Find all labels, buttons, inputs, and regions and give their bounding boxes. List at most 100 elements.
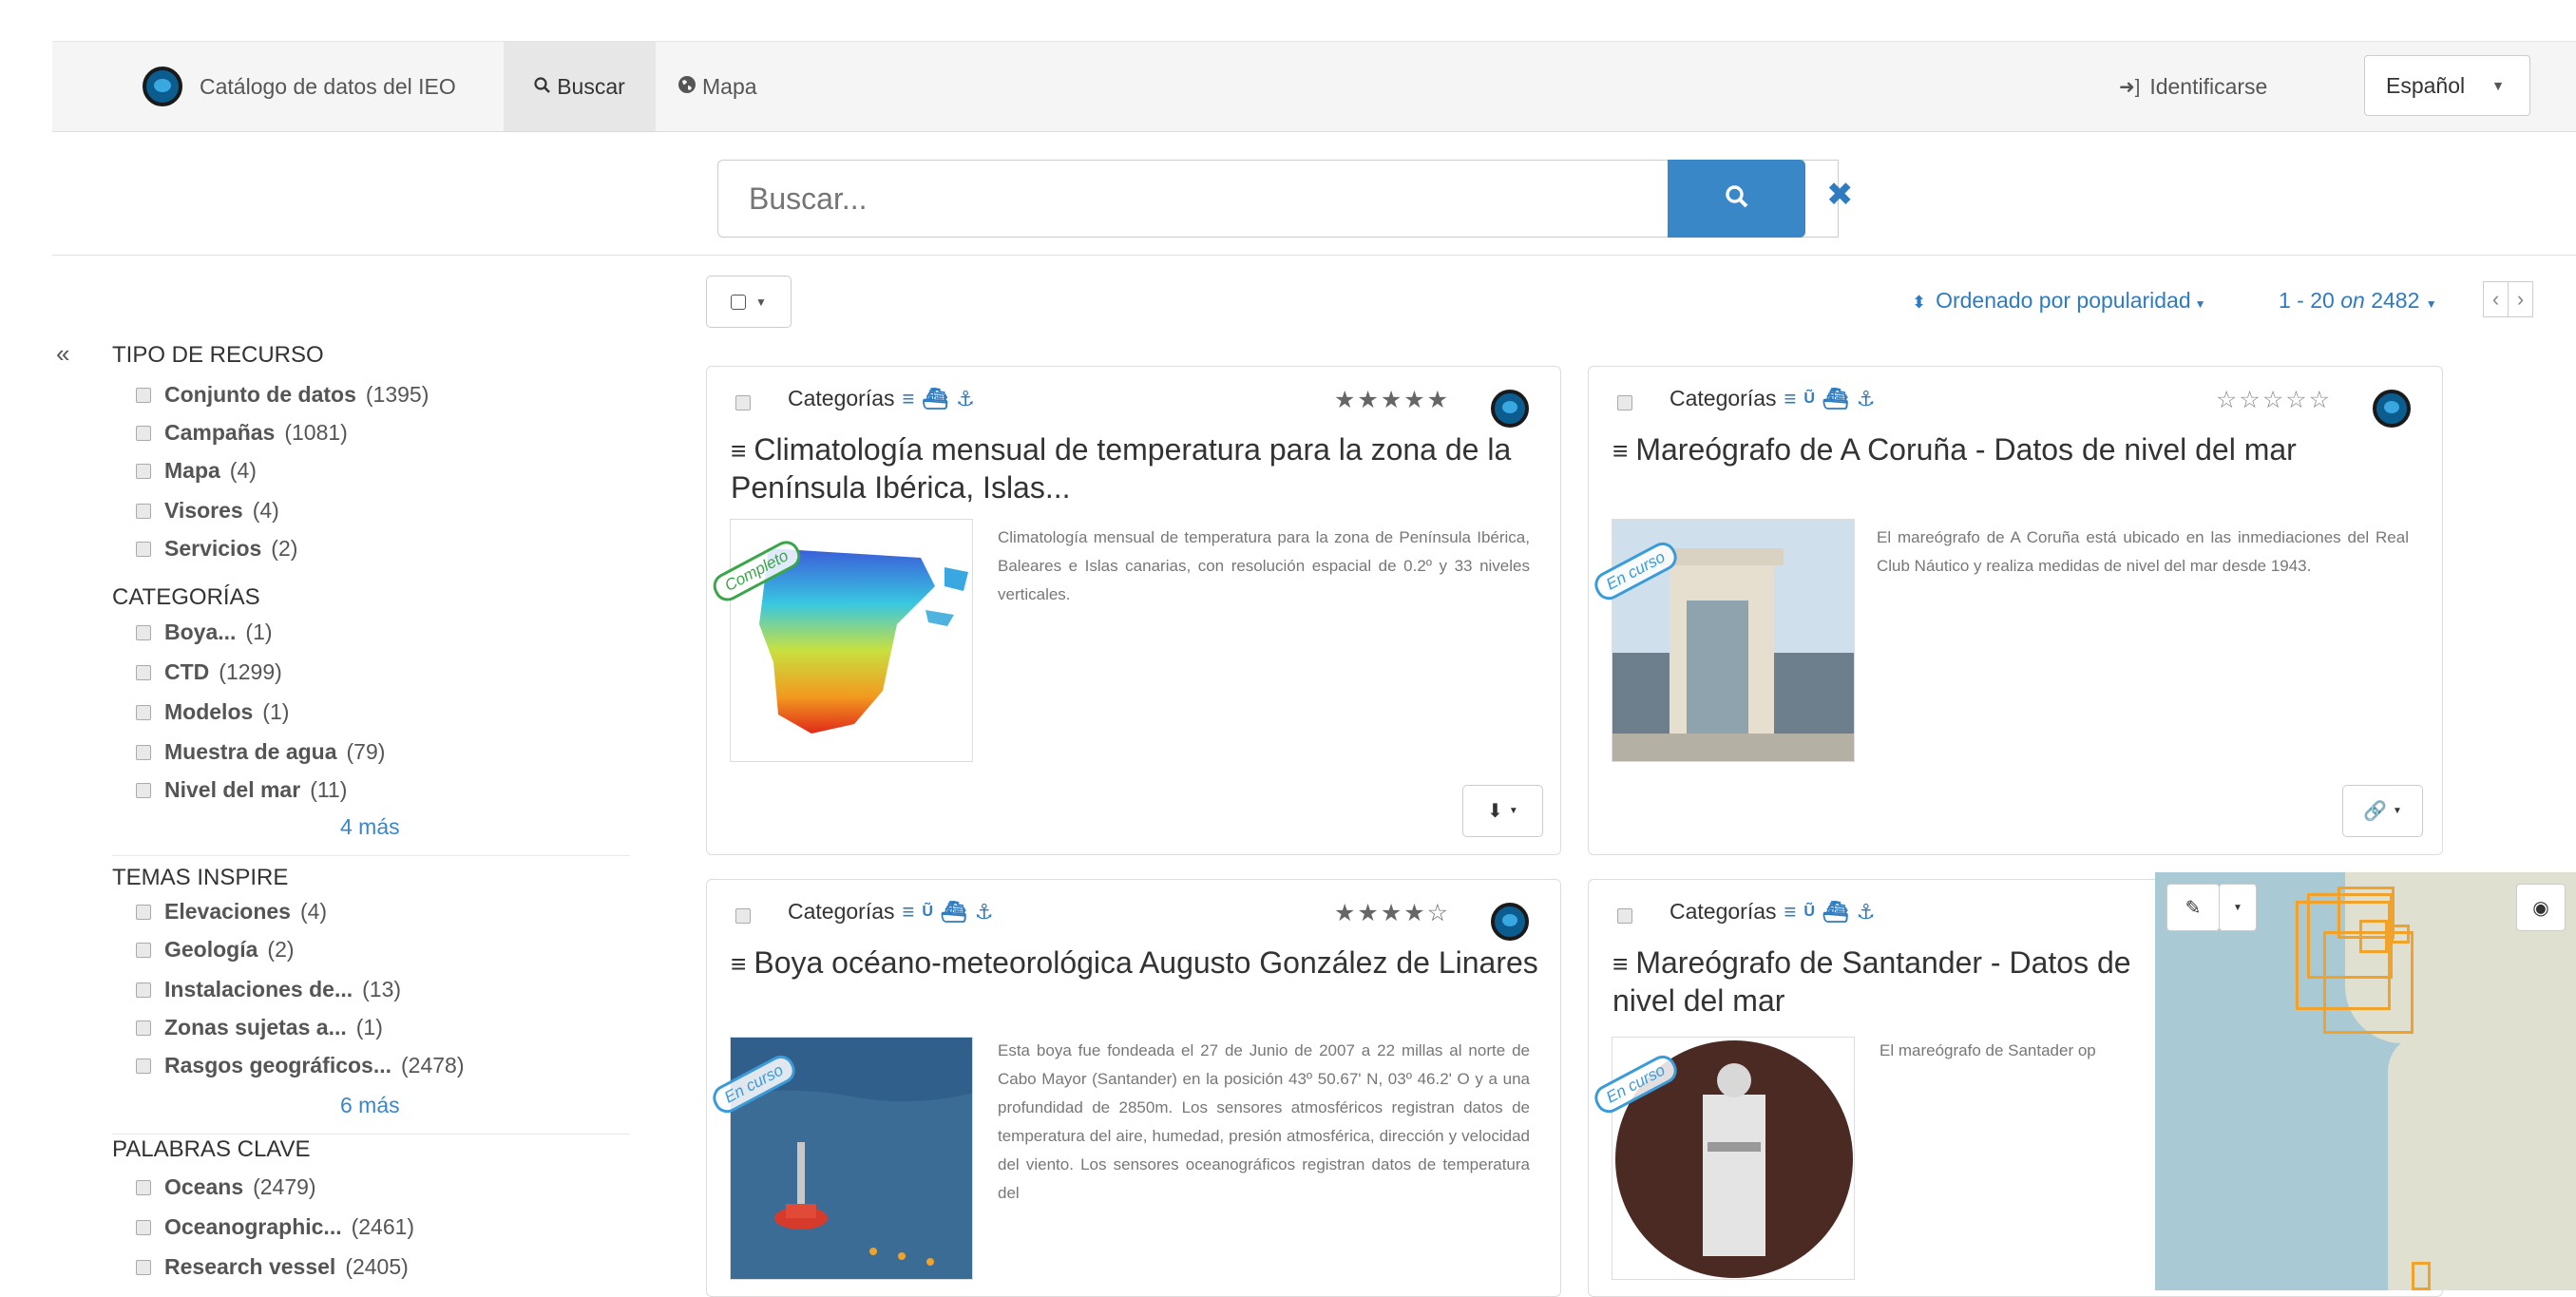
facet-label: Oceanographic... [164,1214,342,1239]
checkbox[interactable] [136,1219,151,1235]
facet-title-resource-type: TIPO DE RECURSO [112,342,324,368]
facet-count: (4) [299,899,328,924]
clear-search-button[interactable]: ✖ [1826,176,1854,214]
card-title-text: Mareógrafo de A Coruña - Datos de nivel … [1635,432,2297,467]
facet-count: (11) [310,777,348,802]
facet-count: (1) [262,699,290,724]
card-title[interactable]: ≡ Mareógrafo de Santander - Datos de nive… [1612,944,2145,1019]
facet-item[interactable]: Oceanographic... (2461) [136,1214,414,1240]
facet-item[interactable]: Campañas (1081) [136,420,348,446]
facet-label: Instalaciones de... [164,977,353,1001]
map-layers-button[interactable]: ◉ [2516,884,2566,931]
paging-dropdown[interactable]: 1 - 20 on 2482 ▼ [2279,288,2437,314]
checkbox[interactable] [136,425,151,441]
checkbox[interactable] [136,1058,151,1074]
draw-options-button[interactable]: ▼ [2219,884,2257,931]
search-button[interactable] [1668,160,1805,238]
language-label: Español [2386,72,2466,98]
facet-label: Oceans [164,1174,244,1199]
login-link[interactable]: ➜] Identificarse [2119,42,2267,131]
checkbox[interactable] [136,1020,151,1036]
checkbox[interactable] [136,744,151,760]
land-africa [2388,1034,2576,1290]
rating-stars: ★★★★★ [1334,387,1451,413]
caret-down-icon: ▼ [2194,297,2206,311]
checkbox[interactable] [136,1179,151,1195]
select-all-dropdown[interactable]: ▼ [706,276,792,328]
brand-link[interactable]: Catálogo de datos del IEO [143,42,456,131]
search-input[interactable] [747,180,1606,218]
facet-item[interactable]: Research vessel (2405) [136,1254,409,1280]
facet-label: Research vessel [164,1254,336,1279]
link-dropdown-button[interactable]: 🔗 ▼ [2342,785,2423,837]
categories-label: Categorías [788,899,895,924]
nav-map-tab[interactable]: Mapa [677,42,757,131]
database-icon: ≡ [1784,899,1797,924]
result-card[interactable]: Categorías ≡ Ũ ⛴ ⚓ ★★★★☆ ≡ Boya océano-me… [706,879,1561,1297]
checkbox[interactable] [735,908,751,924]
map-widget[interactable]: ✎ ▼ ◉ [2155,872,2576,1290]
facet-item[interactable]: Elevaciones (4) [136,899,327,925]
card-title[interactable]: ≡ Boya océano-meteorológica Augusto Gonzá… [731,944,1538,982]
facet-item[interactable]: Rasgos geográficos... (2478) [136,1053,465,1078]
facet-item[interactable]: Zonas sujetas a... (1) [136,1015,383,1040]
facet-item[interactable]: Nivel del mar (11) [136,777,347,803]
nav-map-label: Mapa [702,73,757,99]
facet-more-inspire[interactable]: 6 más [340,1093,400,1118]
facet-item[interactable]: Boya... (1) [136,620,273,645]
facet-item[interactable]: CTD (1299) [136,659,282,685]
checkbox[interactable] [1617,908,1632,924]
result-card[interactable]: Categorías ≡ ⛴ ⚓ ★★★★★ ≡ Climatología men… [706,366,1561,855]
card-categories: Categorías ≡ Ũ ⛴ ⚓ [1670,386,1876,411]
map-extent-box [2412,1262,2431,1290]
facet-count: (2) [271,536,298,561]
facet-count: (1395) [365,382,429,407]
caret-down-icon: ▼ [2425,297,2437,311]
checkbox[interactable] [136,942,151,958]
checkbox[interactable] [136,782,151,798]
facet-label: Muestra de agua [164,739,337,764]
facet-item[interactable]: Mapa (4) [136,458,257,484]
checkbox[interactable] [136,904,151,920]
facet-count: (4) [229,458,257,483]
database-icon: ≡ [1612,949,1629,979]
next-page-button[interactable]: › [2508,281,2533,317]
checkbox[interactable] [136,664,151,680]
checkbox[interactable] [735,395,751,410]
facet-label: Mapa [164,458,220,483]
facet-item[interactable]: Visores (4) [136,498,279,524]
checkbox[interactable] [136,624,151,640]
card-title-text: Climatología mensual de temperatura para… [731,432,1512,505]
result-card[interactable]: Categorías ≡ Ũ ⛴ ⚓ ☆☆☆☆☆ ≡ Mareógrafo de … [1588,366,2443,855]
facet-item[interactable]: Oceans (2479) [136,1174,316,1200]
facet-item[interactable]: Servicios (2) [136,536,297,562]
facet-item[interactable]: Instalaciones de... (13) [136,977,401,1002]
facet-item[interactable]: Modelos (1) [136,699,289,725]
prev-page-button[interactable]: ‹ [2483,281,2509,317]
paging-total: 2482 [2371,288,2420,313]
card-title[interactable]: ≡ Mareógrafo de A Coruña - Datos de nivel… [1612,431,2420,469]
checkbox[interactable] [1617,395,1632,410]
checkbox[interactable] [136,704,151,720]
card-categories: Categorías ≡ ⛴ ⚓ [788,386,975,411]
checkbox[interactable] [136,387,151,403]
collapse-sidebar-button[interactable]: « [56,339,69,369]
download-dropdown-button[interactable]: ⬇ ▼ [1462,785,1543,837]
nav-search-tab[interactable]: Buscar [504,42,656,131]
facet-item[interactable]: Conjunto de datos (1395) [136,382,429,408]
facet-more-categories[interactable]: 4 más [340,814,400,840]
facet-item[interactable]: Muestra de agua (79) [136,739,385,765]
caret-down-icon: ▼ [1508,806,1518,816]
checkbox[interactable] [136,541,151,557]
checkbox[interactable] [136,463,151,479]
checkbox[interactable] [136,982,151,998]
facet-title-keywords: PALABRAS CLAVE [112,1136,311,1162]
checkbox[interactable] [136,503,151,519]
draw-tool-button[interactable]: ✎ [2166,884,2220,931]
chevron-right-icon: › [2516,287,2525,311]
facet-item[interactable]: Geología (2) [136,937,295,963]
language-select[interactable]: Español ▼ [2364,55,2530,116]
card-title[interactable]: ≡ Climatología mensual de temperatura par… [731,431,1538,505]
checkbox[interactable] [136,1259,151,1275]
sort-dropdown[interactable]: ⬍ Ordenado por popularidad ▼ [1912,288,2206,314]
